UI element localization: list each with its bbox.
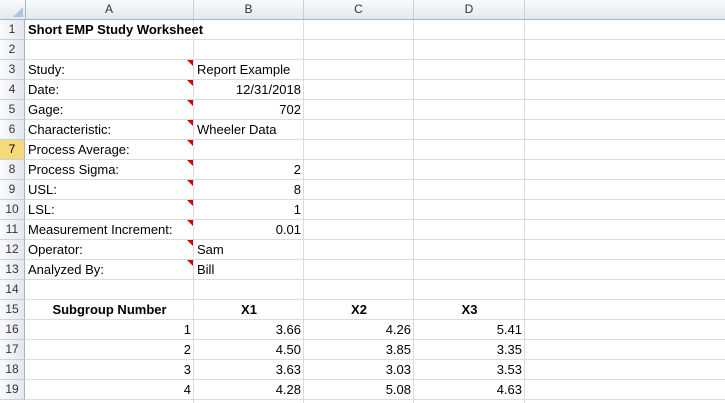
comment-indicator-icon[interactable] [187, 100, 193, 106]
comment-indicator-icon[interactable] [187, 160, 193, 166]
row-header[interactable]: 14 [0, 280, 25, 300]
table-cell[interactable]: 3.63 [194, 360, 304, 380]
table-cell[interactable]: 3.35 [414, 340, 525, 360]
row-header[interactable]: 15 [0, 300, 25, 320]
comment-indicator-icon[interactable] [187, 240, 193, 246]
gridline [25, 199, 725, 200]
row-header[interactable]: 1 [0, 20, 25, 40]
row-header[interactable]: 11 [0, 220, 25, 240]
table-cell[interactable]: 4 [25, 380, 194, 400]
comment-indicator-icon[interactable] [187, 60, 193, 66]
comment-indicator-icon[interactable] [187, 260, 193, 266]
table-cell[interactable]: 3.85 [304, 340, 414, 360]
field-value-process-sigma[interactable]: 2 [194, 160, 304, 180]
field-label[interactable]: LSL: [25, 200, 58, 220]
comment-indicator-icon[interactable] [187, 200, 193, 206]
spreadsheet: A B C D 1 2 3 4 5 6 7 8 9 10 11 12 13 14… [0, 0, 725, 403]
select-all-button[interactable] [0, 0, 26, 19]
row-header[interactable]: 6 [0, 120, 25, 140]
field-value-characteristic[interactable]: Wheeler Data [194, 120, 304, 140]
field-label[interactable]: Process Average: [25, 140, 133, 160]
gridline [25, 119, 725, 120]
column-header-d[interactable]: D [414, 0, 525, 19]
field-label[interactable]: Analyzed By: [25, 260, 107, 280]
field-value-date[interactable]: 12/31/2018 [194, 80, 304, 100]
comment-indicator-icon[interactable] [187, 80, 193, 86]
table-header-subgroup[interactable]: Subgroup Number [25, 300, 194, 320]
table-cell[interactable]: 3.03 [304, 360, 414, 380]
field-value-lsl[interactable]: 1 [194, 200, 304, 220]
table-cell[interactable]: 5.08 [304, 380, 414, 400]
column-header-bar: A B C D [0, 0, 725, 20]
table-header-x3[interactable]: X3 [414, 300, 525, 320]
table-cell[interactable]: 4.63 [414, 380, 525, 400]
comment-indicator-icon[interactable] [187, 120, 193, 126]
table-cell[interactable]: 2 [25, 340, 194, 360]
column-header-a[interactable]: A [25, 0, 194, 19]
field-value-usl[interactable]: 8 [194, 180, 304, 200]
field-label[interactable]: Process Sigma: [25, 160, 122, 180]
row-header[interactable]: 13 [0, 260, 25, 280]
gridline [25, 279, 725, 280]
field-label[interactable]: Date: [25, 80, 62, 100]
comment-indicator-icon[interactable] [187, 180, 193, 186]
field-value-process-average[interactable] [194, 140, 304, 160]
field-value-analyzed-by[interactable]: Bill [194, 260, 304, 280]
gridline [25, 179, 725, 180]
row-header[interactable]: 3 [0, 60, 25, 80]
field-label[interactable]: Characteristic: [25, 120, 114, 140]
field-label[interactable]: Study: [25, 60, 68, 80]
table-header-x2[interactable]: X2 [304, 300, 414, 320]
gridline [25, 59, 725, 60]
field-value-study[interactable]: Report Example [194, 60, 304, 80]
field-value-measurement-increment[interactable]: 0.01 [194, 220, 304, 240]
row-header-selected[interactable]: 7 [0, 140, 25, 160]
field-label[interactable]: Operator: [25, 240, 86, 260]
gridline [25, 99, 725, 100]
field-label[interactable]: USL: [25, 180, 60, 200]
gridline [25, 79, 725, 80]
row-header[interactable]: 9 [0, 180, 25, 200]
row-header[interactable]: 16 [0, 320, 25, 340]
table-cell[interactable]: 4.26 [304, 320, 414, 340]
table-cell[interactable]: 3.66 [194, 320, 304, 340]
row-header[interactable]: 8 [0, 160, 25, 180]
gridline [25, 259, 725, 260]
table-cell[interactable]: 5.41 [414, 320, 525, 340]
row-header[interactable]: 4 [0, 80, 25, 100]
row-header[interactable]: 19 [0, 380, 25, 400]
row-header[interactable]: 10 [0, 200, 25, 220]
table-cell[interactable]: 4.28 [194, 380, 304, 400]
cell-grid[interactable]: Short EMP Study Worksheet Study: Date: G… [25, 20, 725, 403]
table-cell[interactable]: 1 [25, 320, 194, 340]
field-label[interactable]: Gage: [25, 100, 66, 120]
table-cell[interactable]: 3 [25, 360, 194, 380]
worksheet-title[interactable]: Short EMP Study Worksheet [25, 20, 206, 40]
table-header-x1[interactable]: X1 [194, 300, 304, 320]
row-header[interactable]: 5 [0, 100, 25, 120]
row-header[interactable]: 2 [0, 40, 25, 60]
comment-indicator-icon[interactable] [187, 140, 193, 146]
row-header[interactable]: 12 [0, 240, 25, 260]
field-label[interactable]: Measurement Increment: [25, 220, 176, 240]
column-header-c[interactable]: C [304, 0, 414, 19]
row-header[interactable]: 18 [0, 360, 25, 380]
field-value-gage[interactable]: 702 [194, 100, 304, 120]
table-cell[interactable]: 4.50 [194, 340, 304, 360]
field-value-operator[interactable]: Sam [194, 240, 304, 260]
comment-indicator-icon[interactable] [187, 220, 193, 226]
column-header-b[interactable]: B [194, 0, 304, 19]
table-cell[interactable]: 3.53 [414, 360, 525, 380]
row-header[interactable]: 17 [0, 340, 25, 360]
